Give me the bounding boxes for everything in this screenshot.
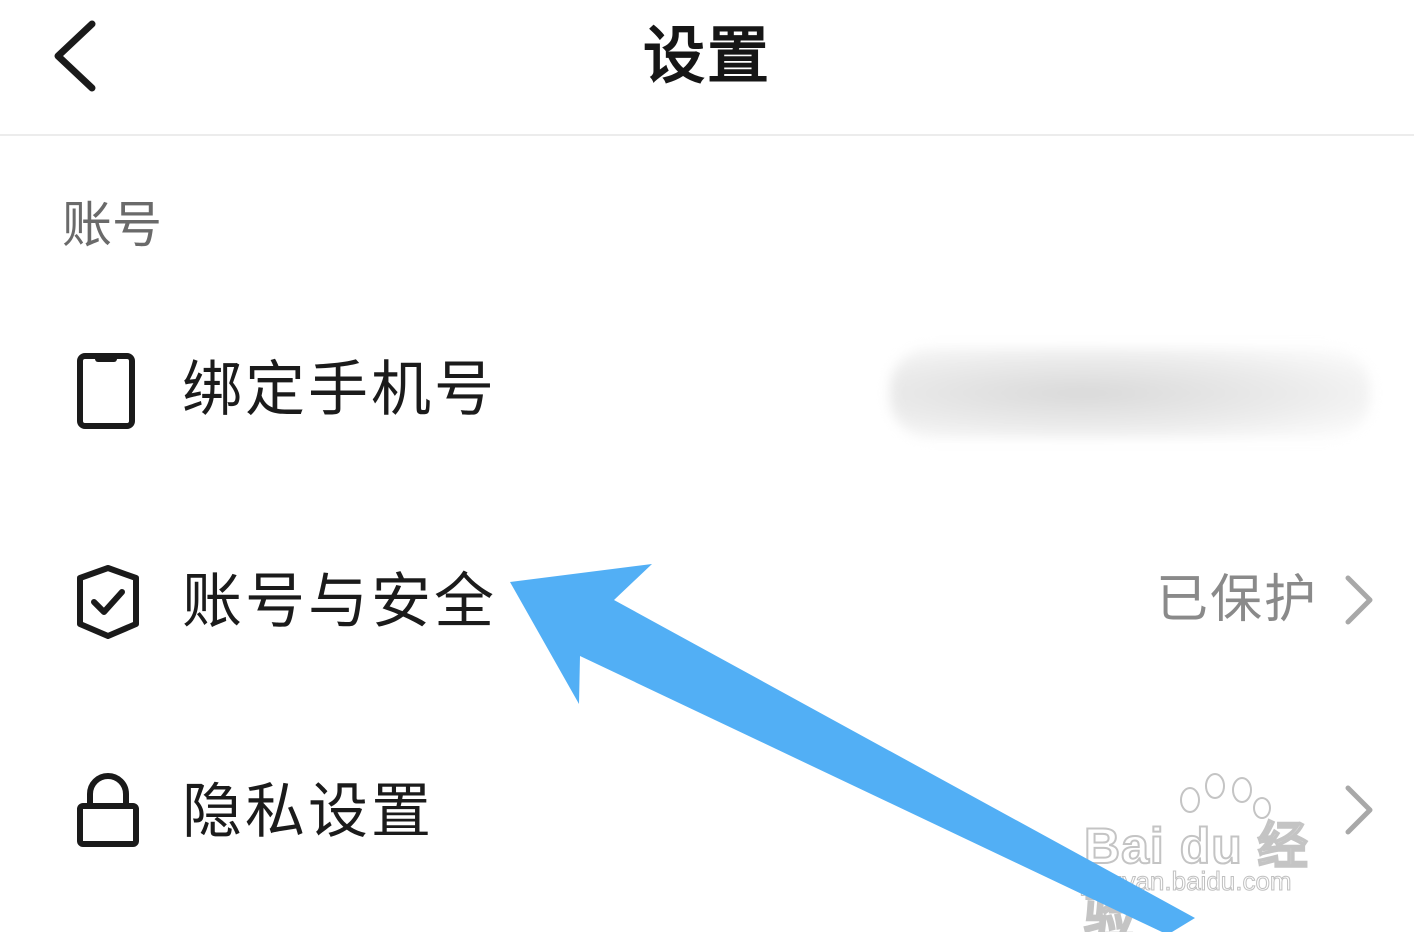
- account-security-row[interactable]: 账号与安全 已保护: [0, 526, 1414, 676]
- shield-check-icon: [72, 562, 144, 642]
- top-bar: 设置: [0, 0, 1414, 136]
- phone-icon: [72, 350, 144, 430]
- section-title-account: 账号: [62, 196, 162, 254]
- chevron-right-icon: [1338, 570, 1378, 630]
- page-title: 设置: [642, 19, 771, 92]
- lock-icon: [72, 772, 144, 852]
- baidu-jingyan-watermark: Bai du 经验 jingyan.baidu.com: [1080, 770, 1350, 932]
- phone-number-value: [890, 348, 1370, 438]
- bind-phone-row[interactable]: 绑定手机号: [0, 316, 1414, 466]
- security-status-value: 已保护: [1155, 570, 1318, 630]
- bind-phone-label: 绑定手机号: [182, 355, 497, 425]
- privacy-settings-label: 隐私设置: [182, 777, 434, 847]
- settings-screen: 设置 账号 绑定手机号 账号与安全 已保护 隐私设置 Bai du 经验 jin…: [0, 0, 1414, 932]
- watermark-url: jingyan.baidu.com: [1082, 866, 1293, 897]
- account-security-label: 账号与安全: [182, 567, 497, 637]
